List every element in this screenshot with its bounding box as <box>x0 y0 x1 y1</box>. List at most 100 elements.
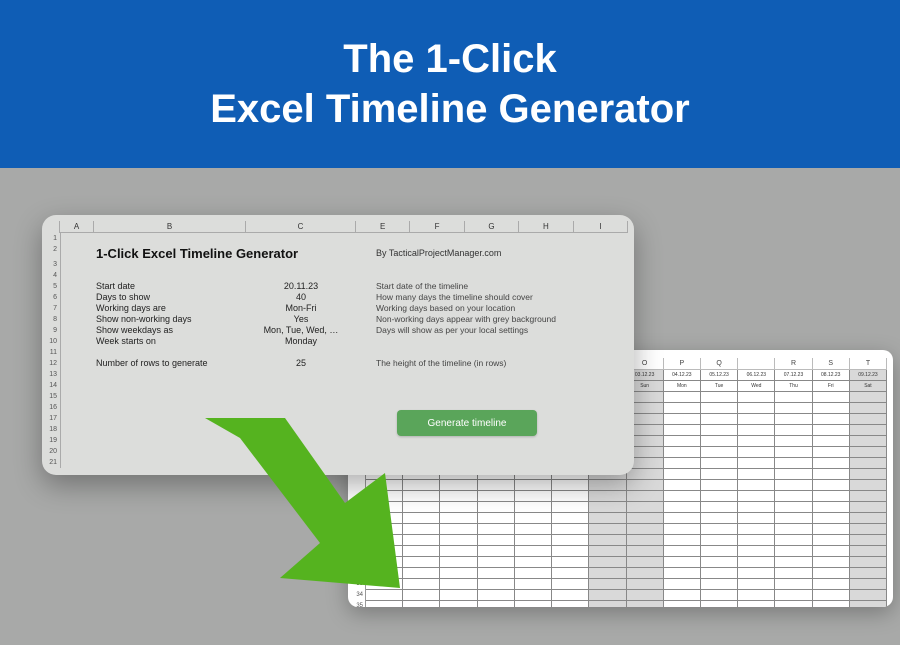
cell: 09.12.23 <box>850 370 887 381</box>
cell <box>813 403 850 414</box>
setting-value[interactable]: 40 <box>246 292 356 303</box>
cell <box>738 392 775 403</box>
setting-label: Days to show <box>96 292 150 303</box>
cell <box>366 579 403 590</box>
cell <box>738 535 775 546</box>
cell <box>366 601 403 607</box>
cell <box>440 491 477 502</box>
cell <box>701 601 738 607</box>
cell <box>850 425 887 436</box>
cell <box>440 480 477 491</box>
cell <box>775 425 812 436</box>
table-row: 30 <box>354 546 887 557</box>
setting-description: Non-working days appear with grey backgr… <box>376 314 556 325</box>
cell <box>478 480 515 491</box>
row-number: 11 <box>46 347 60 358</box>
cell <box>664 392 701 403</box>
cell <box>738 601 775 607</box>
column-header: Q <box>701 358 738 370</box>
cell <box>813 557 850 568</box>
cell <box>813 502 850 513</box>
cell <box>440 535 477 546</box>
row-number <box>354 491 366 502</box>
cell <box>627 491 664 502</box>
cell <box>701 392 738 403</box>
table-row <box>354 502 887 513</box>
cell <box>813 513 850 524</box>
column-header: E <box>356 221 410 233</box>
cell <box>775 414 812 425</box>
cell <box>701 579 738 590</box>
column-header: H <box>519 221 573 233</box>
cell <box>589 513 626 524</box>
settings-row: 16 <box>46 402 628 413</box>
cell <box>552 480 589 491</box>
settings-row: 20 <box>46 446 628 457</box>
cell <box>664 557 701 568</box>
setting-value[interactable]: 25 <box>246 358 356 369</box>
table-row: 31 <box>354 557 887 568</box>
cell <box>775 535 812 546</box>
cell <box>366 524 403 535</box>
cell <box>552 568 589 579</box>
cell <box>515 568 552 579</box>
cell <box>552 590 589 601</box>
cell <box>552 579 589 590</box>
cell <box>403 579 440 590</box>
cell <box>515 546 552 557</box>
cell <box>738 513 775 524</box>
cell <box>627 535 664 546</box>
cell <box>775 491 812 502</box>
cell <box>850 524 887 535</box>
cell <box>366 568 403 579</box>
cell <box>552 601 589 607</box>
cell <box>515 502 552 513</box>
row-number: 20 <box>46 446 60 457</box>
cell <box>813 579 850 590</box>
cell: Thu <box>775 381 812 392</box>
cell <box>478 557 515 568</box>
cell <box>738 480 775 491</box>
cell <box>515 524 552 535</box>
cell <box>664 546 701 557</box>
cell <box>515 513 552 524</box>
cell: 07.12.23 <box>775 370 812 381</box>
banner-line-1: The 1-Click <box>343 34 556 84</box>
cell <box>366 590 403 601</box>
setting-value[interactable]: Yes <box>246 314 356 325</box>
cell <box>627 513 664 524</box>
row-number: 31 <box>354 557 366 568</box>
row-number: 8 <box>46 314 60 325</box>
cell <box>403 590 440 601</box>
row-number: 15 <box>46 391 60 402</box>
cell <box>589 502 626 513</box>
cell <box>403 502 440 513</box>
cell <box>440 513 477 524</box>
row-number <box>354 480 366 491</box>
cell <box>515 557 552 568</box>
setting-value[interactable]: Mon, Tue, Wed, … <box>246 325 356 336</box>
cell: Tue <box>701 381 738 392</box>
cell <box>850 469 887 480</box>
generate-timeline-button[interactable]: Generate timeline <box>397 410 537 436</box>
cell <box>775 524 812 535</box>
row-number: 34 <box>354 590 366 601</box>
setting-value[interactable]: Monday <box>246 336 356 347</box>
cell <box>627 557 664 568</box>
setting-value[interactable]: Mon-Fri <box>246 303 356 314</box>
column-header: G <box>465 221 519 233</box>
cell: Sat <box>850 381 887 392</box>
setting-value[interactable]: 20.11.23 <box>246 281 356 292</box>
cell <box>701 425 738 436</box>
settings-row: 14 <box>46 380 628 391</box>
cell <box>738 436 775 447</box>
settings-row: 17 <box>46 413 628 424</box>
cell <box>589 568 626 579</box>
cell <box>701 480 738 491</box>
cell <box>738 425 775 436</box>
cell <box>850 491 887 502</box>
row-number: 35 <box>354 601 366 607</box>
cell <box>775 557 812 568</box>
cell <box>589 524 626 535</box>
row-number: 30 <box>354 546 366 557</box>
